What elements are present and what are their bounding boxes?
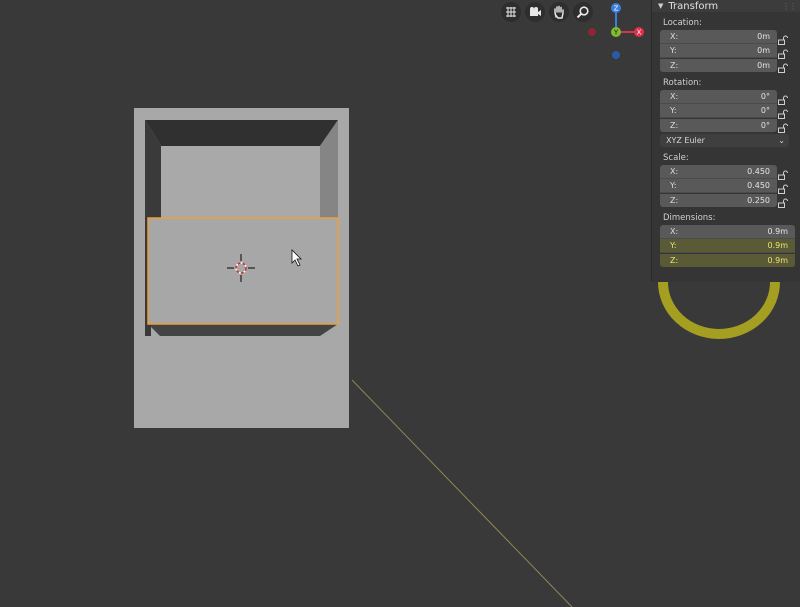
gizmo-neg-z-handle[interactable] [612,51,620,59]
toggle-grid-button[interactable] [501,2,521,22]
scale-label: Scale: [663,153,689,163]
drag-grip-icon[interactable]: ⋮⋮ [782,2,797,11]
viewport-tools [501,2,593,24]
lock-icon[interactable] [777,180,789,194]
dimensions-y-row: Y: 0.9m [660,239,800,253]
selected-drawer[interactable] [147,217,339,325]
rotation-y-row: Y: 0° [660,104,800,119]
sidebar-n-panel: ▼ Transform ⋮⋮ Location: X: 0m Y: 0m Z: 0m … [652,0,800,282]
location-y-field[interactable]: Y: 0m [660,44,777,58]
rotation-z-row: Z: 0° [660,118,800,133]
rotation-label: Rotation: [663,78,702,88]
panel-title: Transform [668,0,719,12]
location-label: Location: [663,18,702,28]
location-z-row: Z: 0m [660,58,800,73]
dimensions-z-field[interactable]: Z: 0.9m [660,253,795,267]
scale-z-field[interactable]: Z: 0.250 [660,193,777,207]
lock-icon[interactable] [777,31,789,45]
scale-y-field[interactable]: Y: 0.450 [660,179,777,193]
camera-icon [530,7,541,16]
scale-x-row: X: 0.450 [660,165,800,180]
navigation-gizmo[interactable]: Z X Y [583,0,653,64]
grid-icon [506,7,516,17]
cabinet-opening-top [145,120,338,146]
rotation-x-field[interactable]: X: 0° [660,90,777,104]
camera-view-button[interactable] [525,2,545,22]
hand-icon [554,5,564,19]
dimensions-x-row: X: 0.9m [660,225,800,239]
dimensions-label: Dimensions: [663,213,716,223]
lock-icon[interactable] [777,45,789,59]
drawer-shadow [148,324,338,336]
location-z-field[interactable]: Z: 0m [660,58,777,72]
scale-z-row: Z: 0.250 [660,193,800,208]
dimensions-z-row: Z: 0.9m [660,253,800,267]
lock-icon[interactable] [777,105,789,119]
rotation-x-row: X: 0° [660,90,800,105]
location-x-row: X: 0m [660,30,800,45]
gizmo-y-label: Y [613,29,619,37]
lock-icon[interactable] [777,91,789,105]
gizmo-x-label: X [637,29,642,37]
gizmo-z-label: Z [614,5,619,13]
rotation-mode-dropdown[interactable]: XYZ Euler ⌄ [660,134,789,147]
lock-icon[interactable] [777,59,789,73]
cabinet-back-wall [161,146,320,220]
scale-y-row: Y: 0.450 [660,179,800,194]
ground-axis-line [351,379,573,607]
dimensions-y-field[interactable]: Y: 0.9m [660,239,795,253]
rotation-y-field[interactable]: Y: 0° [660,104,777,118]
location-x-field[interactable]: X: 0m [660,30,777,44]
dimensions-x-field[interactable]: X: 0.9m [660,225,795,239]
gizmo-neg-x-handle[interactable] [588,28,596,36]
pan-view-button[interactable] [549,2,569,22]
scale-x-field[interactable]: X: 0.450 [660,165,777,179]
chevron-down-icon: ⌄ [778,136,785,145]
rotation-z-field[interactable]: Z: 0° [660,118,777,132]
lock-icon[interactable] [777,166,789,180]
lock-icon[interactable] [777,119,789,133]
location-y-row: Y: 0m [660,44,800,59]
lock-icon[interactable] [777,194,789,208]
transform-panel-header[interactable]: ▼ Transform ⋮⋮ [652,0,800,12]
collapse-triangle-icon: ▼ [658,2,664,10]
